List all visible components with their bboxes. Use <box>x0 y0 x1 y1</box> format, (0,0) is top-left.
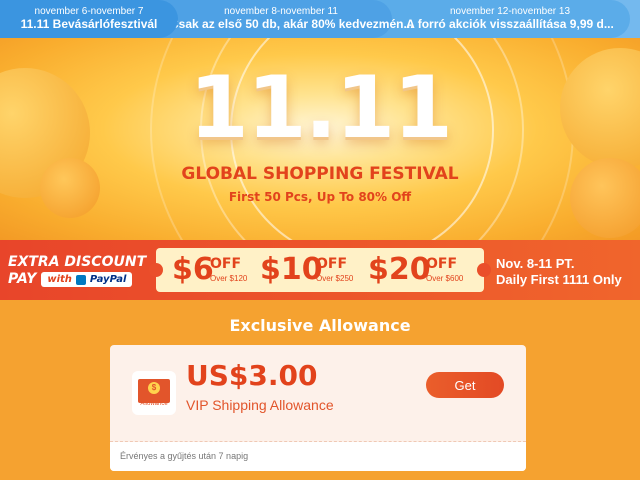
pay-text: PAY <box>8 271 37 287</box>
section-title: Exclusive Allowance <box>229 316 411 335</box>
validity-text: Érvényes a gyűjtés után 7 napig <box>120 451 249 461</box>
allowance-description: VIP Shipping Allowance <box>186 397 334 413</box>
allowance-icon-label: Allowance <box>140 401 168 407</box>
timeline-desc: A forró akciók visszaállítása 9,99 d... <box>406 17 614 31</box>
coin-shape: $ <box>148 382 160 394</box>
coupon-amount: $6 <box>172 252 214 287</box>
hero-subtitle: GLOBAL SHOPPING FESTIVAL <box>181 164 459 184</box>
daily-limit-note: Nov. 8-11 PT. Daily First 1111 Only <box>496 256 622 288</box>
extra-discount-heading: EXTRA DISCOUNT <box>8 254 147 270</box>
paypal-badge: with PayPal <box>41 272 133 287</box>
allowance-card-body: $ Allowance US$3.00 VIP Shipping Allowan… <box>110 345 526 441</box>
timeline-item-1[interactable]: november 6-november 7 11.11 Bevásárlófes… <box>0 0 178 38</box>
coupon-amount: $20 <box>368 252 431 287</box>
timeline-date: november 12-november 13 <box>449 6 571 17</box>
timeline-desc: 11.11 Bevásárlófesztivál <box>20 17 158 31</box>
daily-limit-dates: Nov. 8-11 PT. <box>496 256 575 271</box>
promo-timeline: november 12-november 13 A forró akciók v… <box>0 0 640 38</box>
allowance-coupon-icon: $ Allowance <box>132 371 176 415</box>
timeline-desc: Csak az első 50 db, akár 80% kedvezmén..… <box>170 17 414 31</box>
hero-title: 11.11 <box>188 58 453 158</box>
get-button[interactable]: Get <box>426 372 504 398</box>
paypal-icon <box>75 274 86 285</box>
hero-banner: 11.11 GLOBAL SHOPPING FESTIVAL First 50 … <box>0 38 640 240</box>
timeline-date: november 6-november 7 <box>34 6 144 17</box>
coupon-off-label: OFF <box>316 256 348 272</box>
coupon-threshold: Over $250 <box>316 274 354 283</box>
allowance-card-footer: Érvényes a gyűjtés után 7 napig <box>110 442 526 471</box>
timeline-date: november 8-november 11 <box>224 6 338 17</box>
with-text: with <box>47 274 72 285</box>
extra-discount-label: EXTRA DISCOUNT PAY with PayPal <box>8 254 146 288</box>
coupon-threshold: Over $120 <box>210 274 248 283</box>
allowance-amount: US$3.00 <box>186 359 318 392</box>
daily-limit-text: Daily First 1111 Only <box>496 272 622 287</box>
coupon-strip: $6 OFF Over $120 $10 OFF Over $250 $20 O… <box>149 248 491 292</box>
coupon-off-label: OFF <box>426 256 458 272</box>
coupon-amount: $10 <box>260 252 323 287</box>
coupon-threshold: Over $600 <box>426 274 464 283</box>
pay-with-paypal: PAY with PayPal <box>8 271 146 288</box>
coupon-off-label: OFF <box>210 256 242 272</box>
allowance-card: $ Allowance US$3.00 VIP Shipping Allowan… <box>110 345 526 471</box>
paypal-logo-text: PayPal <box>89 274 127 285</box>
extra-discount-band: EXTRA DISCOUNT PAY with PayPal $6 OFF Ov… <box>0 240 640 300</box>
hero-tagline: First 50 Pcs, Up To 80% Off <box>228 190 412 204</box>
timeline-item-2[interactable]: november 8-november 11 Csak az első 50 d… <box>150 0 414 38</box>
